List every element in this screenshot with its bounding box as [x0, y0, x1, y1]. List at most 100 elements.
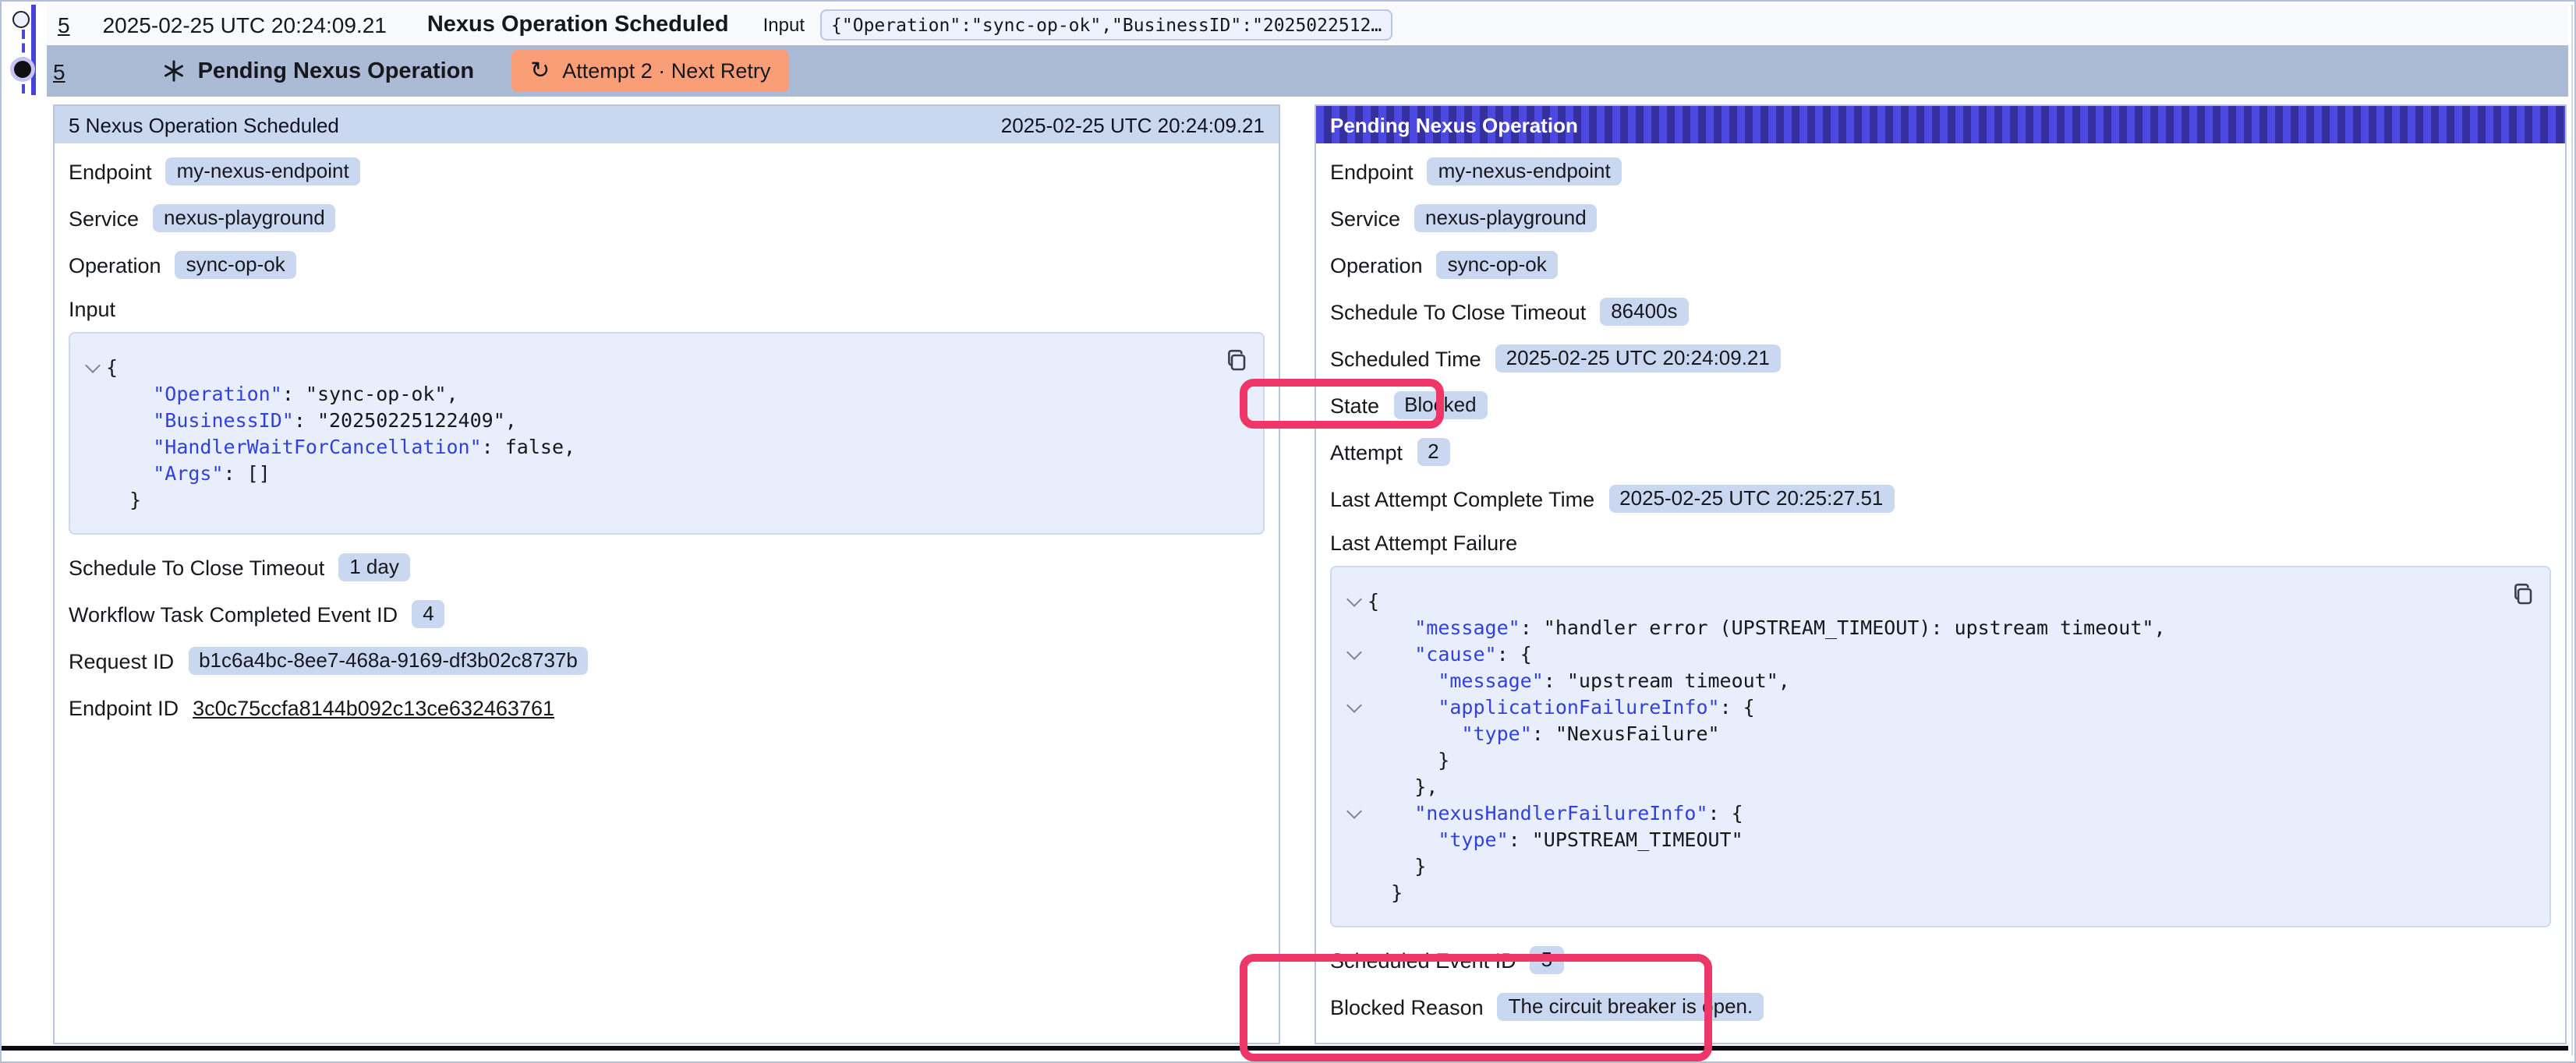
attempt-retry-badge: ↻ Attempt 2 · Next Retry	[511, 50, 789, 92]
json-text: : "NexusFailure"	[1532, 722, 1720, 745]
event-timestamp: 2025-02-25 UTC 20:24:09.21	[103, 12, 387, 37]
event-input-preview[interactable]: {"Operation":"sync-op-ok","BusinessID":"…	[820, 9, 1392, 40]
collapse-chevron-icon[interactable]	[1344, 694, 1368, 720]
timeline-accent-bar	[31, 5, 36, 95]
collapse-chevron-icon	[1344, 826, 1368, 853]
event-row-pending-selected[interactable]: 5 Pending Nexus Operation ↻ Attempt 2 · …	[47, 45, 2568, 97]
json-text: }	[106, 488, 141, 511]
collapse-chevron-icon	[83, 486, 106, 513]
json-text	[1368, 722, 1461, 745]
field-value-badge: sync-op-ok	[175, 251, 296, 279]
field-label: Endpoint	[1330, 160, 1414, 183]
json-text: }	[1368, 854, 1426, 878]
json-text: }	[1368, 748, 1449, 772]
json-text	[1368, 695, 1438, 719]
field-value-badge: sync-op-ok	[1437, 251, 1558, 279]
field-label: Endpoint ID	[69, 696, 179, 719]
field-value-badge: 1 day	[338, 553, 410, 581]
field-row-wft-completed-event-id: Workflow Task Completed Event ID 4	[69, 600, 1265, 628]
input-json-block: { "Operation": "sync-op-ok", "BusinessID…	[69, 332, 1265, 535]
scheduled-event-panel: 5 Nexus Operation Scheduled 2025-02-25 U…	[53, 104, 1280, 1044]
window-scrollbar-track[interactable]	[2571, 5, 2573, 1055]
collapse-chevron-icon	[1344, 667, 1368, 694]
collapse-chevron-icon	[1344, 747, 1368, 773]
json-text: : {	[1720, 695, 1755, 719]
event-id-link[interactable]: 5	[58, 12, 70, 37]
json-text	[1368, 669, 1438, 692]
field-value-badge: nexus-playground	[1414, 204, 1598, 232]
json-text: : "upstream timeout",	[1544, 669, 1790, 692]
pending-event-id-link[interactable]: 5	[53, 58, 65, 83]
field-row-service: Service nexus-playground	[1330, 204, 2551, 232]
json-text: : {	[1708, 801, 1743, 825]
json-text: : "UPSTREAM_TIMEOUT"	[1509, 828, 1743, 851]
json-text	[106, 435, 153, 458]
collapse-chevron-icon	[1344, 853, 1368, 879]
collapse-chevron-icon	[83, 380, 106, 407]
json-key: "applicationFailureInfo"	[1438, 695, 1719, 719]
attempt-badge-label: Attempt 2 · Next Retry	[562, 59, 770, 83]
blocked-reason-annotation-highlight	[1240, 954, 1712, 1061]
json-text: : []	[224, 461, 271, 485]
json-key: "Args"	[153, 461, 223, 485]
field-row-request-id: Request ID b1c6a4bc-8ee7-468a-9169-df3b0…	[69, 647, 1265, 675]
field-value-badge: nexus-playground	[153, 204, 336, 232]
collapse-chevron-icon	[1344, 614, 1368, 641]
json-text: : {	[1497, 642, 1532, 666]
json-text: {	[1368, 589, 1379, 613]
event-row-scheduled[interactable]: 5 2025-02-25 UTC 20:24:09.21 Nexus Opera…	[47, 5, 2568, 44]
json-text	[1368, 828, 1438, 851]
copy-icon[interactable]	[1224, 348, 1249, 373]
field-label: Schedule To Close Timeout	[1330, 300, 1586, 323]
timeline-filled-circle-icon	[14, 61, 31, 78]
json-key: "type"	[1438, 828, 1508, 851]
field-value-badge: 2	[1417, 438, 1449, 466]
collapse-chevron-icon[interactable]	[1344, 641, 1368, 667]
pending-asterisk-icon	[162, 59, 186, 83]
collapse-chevron-icon[interactable]	[1344, 800, 1368, 826]
json-key: "Operation"	[153, 382, 282, 405]
failure-json-block: { "message": "handler error (UPSTREAM_TI…	[1330, 566, 2551, 927]
field-row-endpoint: Endpoint my-nexus-endpoint	[69, 157, 1265, 185]
field-value-badge: my-nexus-endpoint	[166, 157, 360, 185]
json-text: : "sync-op-ok",	[282, 382, 458, 405]
copy-icon[interactable]	[2511, 581, 2535, 606]
collapse-chevron-icon[interactable]	[1344, 588, 1368, 614]
field-row-last-attempt-complete-time: Last Attempt Complete Time 2025-02-25 UT…	[1330, 485, 2551, 513]
field-row-attempt: Attempt 2	[1330, 438, 2551, 466]
event-input-label: Input	[763, 13, 805, 35]
field-label: Operation	[1330, 253, 1423, 277]
endpoint-id-link[interactable]: 3c0c75ccfa8144b092c13ce632463761	[193, 696, 554, 719]
field-row-schedule-to-close: Schedule To Close Timeout 1 day	[69, 553, 1265, 581]
field-row-endpoint: Endpoint my-nexus-endpoint	[1330, 157, 2551, 185]
field-label: Attempt	[1330, 440, 1403, 464]
scheduled-panel-header: 5 Nexus Operation Scheduled 2025-02-25 U…	[55, 106, 1279, 143]
field-row-schedule-to-close: Schedule To Close Timeout 86400s	[1330, 298, 2551, 326]
field-value-badge: b1c6a4bc-8ee7-468a-9169-df3b02c8737b	[188, 647, 589, 675]
state-annotation-highlight	[1240, 379, 1444, 429]
field-label: Request ID	[69, 649, 174, 673]
collapse-chevron-icon[interactable]	[83, 354, 106, 380]
scheduled-panel-title: 5 Nexus Operation Scheduled	[69, 113, 339, 136]
collapse-chevron-icon	[1344, 773, 1368, 800]
field-row-service: Service nexus-playground	[69, 204, 1265, 232]
retry-icon: ↻	[530, 59, 550, 83]
field-row-operation: Operation sync-op-ok	[1330, 251, 2551, 279]
json-text	[106, 408, 153, 432]
last-attempt-failure-label: Last Attempt Failure	[1330, 532, 2551, 555]
json-text	[1368, 616, 1414, 639]
field-value-badge: my-nexus-endpoint	[1428, 157, 1622, 185]
json-text	[1368, 642, 1414, 666]
field-value-badge: 86400s	[1600, 298, 1688, 326]
pending-operation-panel: Pending Nexus Operation Endpoint my-nexu…	[1315, 104, 2567, 1044]
scheduled-panel-timestamp: 2025-02-25 UTC 20:24:09.21	[1001, 113, 1265, 136]
field-label: Scheduled Time	[1330, 347, 1481, 370]
field-row-scheduled-time: Scheduled Time 2025-02-25 UTC 20:24:09.2…	[1330, 344, 2551, 373]
timeline-open-circle-icon	[12, 11, 30, 28]
json-key: "nexusHandlerFailureInfo"	[1414, 801, 1707, 825]
event-history-detail-view: 5 2025-02-25 UTC 20:24:09.21 Nexus Opera…	[0, 0, 2576, 1063]
field-label: Operation	[69, 253, 161, 277]
collapse-chevron-icon	[83, 460, 106, 486]
json-key: "BusinessID"	[153, 408, 294, 432]
event-title: Nexus Operation Scheduled	[427, 12, 729, 37]
